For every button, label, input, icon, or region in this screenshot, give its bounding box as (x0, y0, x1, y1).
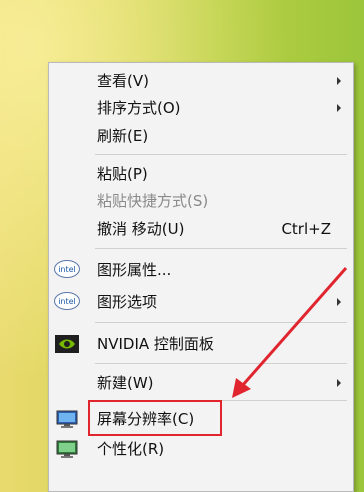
menu-item-label: 粘贴快捷方式(S) (97, 192, 209, 210)
shortcut-text: Ctrl+Z (281, 220, 331, 238)
menu-separator (95, 248, 347, 249)
menu-item-label: 个性化(R) (97, 440, 165, 458)
menu-item-graphics-properties[interactable]: intel 图形属性... (49, 257, 353, 283)
menu-item-label: 排序方式(O) (97, 99, 181, 117)
menu-item-label: 图形选项 (97, 293, 158, 311)
menu-item-label: 粘贴(P) (97, 165, 148, 183)
menu-item-label: 查看(V) (97, 72, 149, 90)
personalize-icon (56, 440, 78, 458)
nvidia-logo-icon (55, 335, 79, 353)
menu-item-label: 图形属性... (97, 261, 172, 279)
menu-item-sort[interactable]: 排序方式(O) (49, 95, 353, 121)
submenu-arrow-icon (337, 77, 341, 85)
menu-item-nvidia-control-panel[interactable]: NVIDIA 控制面板 (49, 331, 353, 357)
menu-item-label: 刷新(E) (97, 127, 149, 145)
menu-item-personalize[interactable]: 个性化(R) (49, 436, 353, 462)
intel-logo-icon: intel (54, 260, 80, 278)
submenu-arrow-icon (337, 298, 341, 306)
highlight-box (88, 400, 222, 436)
menu-separator (95, 363, 347, 364)
menu-item-paste-shortcut[interactable]: 粘贴快捷方式(S) (49, 188, 353, 214)
menu-item-undo-move[interactable]: 撤消 移动(U) Ctrl+Z (49, 216, 353, 242)
menu-item-paste[interactable]: 粘贴(P) (49, 161, 353, 187)
menu-item-graphics-options[interactable]: intel 图形选项 (49, 289, 353, 315)
menu-item-label: 撤消 移动(U) (97, 220, 185, 238)
menu-separator (95, 154, 347, 155)
menu-item-label: 新建(W) (97, 374, 154, 392)
intel-logo-icon: intel (54, 292, 80, 310)
menu-separator (95, 322, 347, 323)
menu-item-view[interactable]: 查看(V) (49, 68, 353, 94)
display-monitor-icon (56, 410, 78, 428)
menu-item-refresh[interactable]: 刷新(E) (49, 123, 353, 149)
menu-item-label: NVIDIA 控制面板 (97, 335, 214, 353)
submenu-arrow-icon (337, 379, 341, 387)
menu-item-new[interactable]: 新建(W) (49, 370, 353, 396)
submenu-arrow-icon (337, 104, 341, 112)
